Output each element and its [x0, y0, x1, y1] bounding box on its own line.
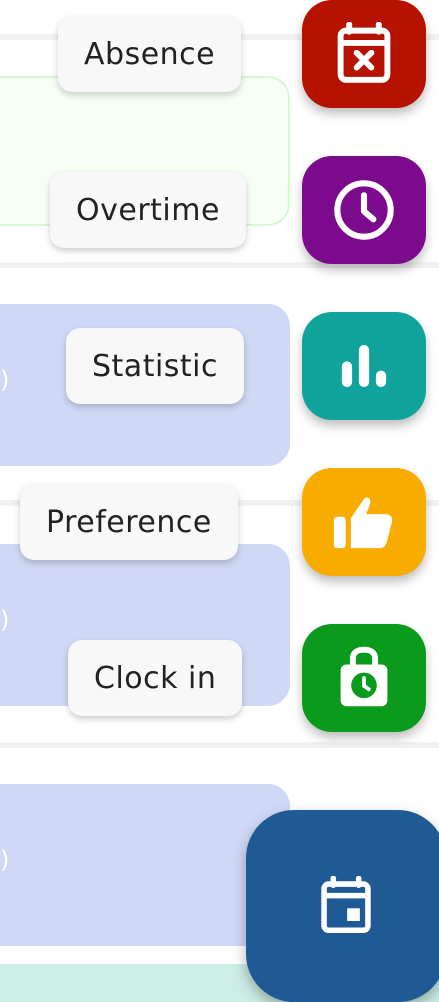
preference-label[interactable]: Preference: [20, 484, 238, 560]
clock-in-label[interactable]: Clock in: [68, 640, 243, 716]
card-edge-mark: ): [0, 606, 10, 634]
statistic-label[interactable]: Statistic: [66, 328, 245, 404]
statistic-button[interactable]: [302, 312, 426, 420]
overtime-button[interactable]: [302, 156, 426, 264]
card-edge-mark: ): [0, 366, 10, 394]
preference-button[interactable]: [302, 468, 426, 576]
overtime-label[interactable]: Overtime: [50, 172, 246, 248]
clock-icon: [334, 180, 394, 240]
bar-chart-icon: [341, 345, 387, 387]
thumbs-up-icon: [333, 497, 393, 549]
divider: [0, 742, 439, 748]
screen: ) ) ) Absence Overtime Statistic Prefere…: [0, 0, 439, 1002]
absence-button[interactable]: [302, 0, 426, 108]
card-edge-mark: ): [0, 846, 10, 874]
absence-label[interactable]: Absence: [58, 16, 242, 92]
open-menu-fab[interactable]: [246, 810, 439, 1002]
calendar-x-icon: [337, 22, 391, 83]
clock-in-button[interactable]: [302, 624, 426, 732]
calendar-event-icon: [321, 876, 371, 933]
time-clock-icon: [340, 646, 388, 707]
